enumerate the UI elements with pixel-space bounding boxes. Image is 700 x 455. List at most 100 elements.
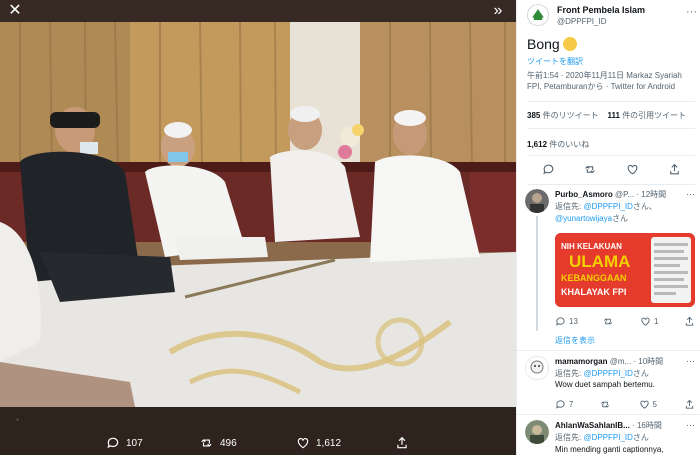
more-options-icon[interactable]: ··· [686, 189, 695, 199]
reply-to: 返信先: @DPPFPI_IDさん [555, 432, 649, 443]
reply-author[interactable]: mamamorgan @m... · 10時間 [555, 356, 693, 367]
share-icon[interactable] [668, 163, 681, 176]
tweet-action-bar [527, 163, 695, 179]
tweet-text: Bong [527, 36, 577, 52]
reply-to-suffix: さん [632, 433, 649, 442]
reply-count: 107 [126, 437, 143, 449]
translate-tweet-link[interactable]: ツイートを翻訳 [527, 56, 583, 67]
reply-count: 13 [569, 316, 578, 326]
reply-item[interactable]: AhlanWaSahlanIB... · 16時間 ··· 返信先: @DPPF… [517, 420, 700, 455]
tweet-header: Front Pembela Islam @DPPFPI_ID ··· [527, 4, 697, 34]
divider [527, 128, 695, 129]
mention-link[interactable]: @DPPFPI_ID [583, 369, 632, 378]
reply-author[interactable]: Purbo_Asmoro @P... · 12時間 [555, 189, 693, 200]
reply-item[interactable]: mamamorgan @m... · 10時間 ··· 返信先: @DPPFPI… [517, 356, 700, 412]
retweets-label: 件のリツイート [542, 111, 599, 120]
reply-author-name: mamamorgan [555, 357, 608, 366]
retweet-button[interactable] [600, 398, 611, 410]
promo-line-1: NIH KELAKUAN [561, 242, 622, 251]
tweet-text-body: Bong [527, 36, 560, 52]
retweet-icon [604, 318, 613, 324]
likes-stat[interactable]: 1,612 件のいいね [527, 139, 589, 150]
like-button[interactable]: 1,612 [296, 435, 341, 451]
reply-icon [556, 399, 565, 409]
reply-button[interactable]: 107 [106, 435, 143, 451]
reply-to: 返信先: @DPPFPI_IDさん [555, 368, 649, 379]
reply-to-prefix: 返信先: [555, 369, 584, 378]
more-options-icon[interactable]: ··· [686, 356, 695, 366]
reply-author-handle: @m... [609, 357, 632, 366]
retweet-icon [601, 401, 610, 407]
reply-author-name: AhlanWaSahlanIB... [555, 421, 630, 430]
promo-line-3: KEBANGGAAN [561, 273, 627, 283]
reply-text: Wow duet sampah bertemu. [555, 380, 655, 389]
share-button[interactable] [395, 435, 409, 451]
tweet-detail-panel: Front Pembela Islam @DPPFPI_ID ··· Bong … [516, 0, 700, 455]
retweet-icon[interactable] [584, 163, 597, 176]
reply-time: · 12時間 [636, 190, 667, 199]
author-name[interactable]: Front Pembela Islam [557, 5, 645, 15]
close-icon[interactable]: ✕ [6, 2, 24, 20]
like-count: 5 [652, 399, 657, 409]
retweet-button[interactable] [603, 315, 614, 327]
likes-count: 1,612 [527, 140, 548, 149]
reply-author-name: Purbo_Asmoro [555, 190, 613, 199]
watermark-logo: ◔ [14, 415, 20, 425]
reply-to: 返信先: @DPPFPI_IDさん、 [555, 201, 657, 212]
heart-icon[interactable] [626, 163, 639, 176]
share-button[interactable] [684, 315, 695, 327]
double-chevron-right-icon[interactable]: » [488, 1, 508, 21]
more-options-icon[interactable]: ··· [686, 420, 695, 430]
reply-count: 7 [569, 399, 574, 409]
reply-image[interactable]: NIH KELAKUAN ULAMA KEBANGGAAN KHALAYAK F… [555, 233, 695, 307]
quotes-stat[interactable]: 111 件の引用ツイート [607, 111, 686, 120]
share-icon [685, 316, 694, 326]
retweets-stat[interactable]: 385 件のリツイート [527, 111, 599, 120]
like-button[interactable]: 5 [639, 398, 657, 410]
promo-line-2: ULAMA [569, 252, 630, 271]
show-replies-link[interactable]: 返信を表示 [555, 335, 595, 346]
divider [527, 155, 695, 156]
reply-icon[interactable] [542, 163, 555, 176]
mention-link[interactable]: @DPPFPI_ID [583, 202, 632, 211]
avatar[interactable] [525, 189, 549, 213]
reply-to-suffix: さん [612, 214, 629, 223]
reply-button[interactable]: 7 [555, 398, 573, 410]
share-button[interactable] [684, 398, 695, 410]
divider [527, 101, 695, 102]
reply-action-bar: 13 1 [555, 315, 695, 327]
mention-link[interactable]: @yunartowijaya [555, 214, 612, 223]
reply-to-second: @yunartowijayaさん [555, 213, 628, 224]
viewer-action-bar: ◔ 107 496 1,612 [0, 407, 516, 455]
divider [517, 350, 700, 351]
retweet-count: 496 [220, 437, 237, 449]
quotes-count: 111 [607, 111, 620, 120]
retweet-icon [201, 439, 212, 447]
reply-action-bar: 7 5 [555, 398, 695, 410]
share-icon [685, 399, 694, 409]
reply-item[interactable]: Purbo_Asmoro @P... · 12時間 ··· 返信先: @DPPF… [517, 189, 700, 349]
retweet-button[interactable]: 496 [200, 435, 237, 451]
avatar[interactable] [525, 356, 549, 380]
like-count: 1,612 [316, 437, 342, 449]
mention-link[interactable]: @DPPFPI_ID [583, 433, 632, 442]
reply-time: · 10時間 [633, 357, 664, 366]
thread-line [536, 216, 538, 331]
more-options-icon[interactable]: ··· [686, 6, 697, 18]
reply-text: Min mending ganti captionnya, [555, 445, 664, 454]
media-viewer: ✕ » ◔ 107 496 1,612 [0, 0, 516, 455]
author-handle[interactable]: @DPPFPI_ID [557, 17, 606, 26]
heart-icon [297, 438, 309, 449]
reply-time: · 16時間 [632, 421, 662, 430]
share-icon [397, 436, 407, 449]
like-button[interactable]: 1 [640, 315, 658, 327]
reply-author[interactable]: AhlanWaSahlanIB... · 16時間 [555, 420, 693, 431]
wink-emoji-icon [562, 37, 577, 51]
avatar[interactable] [527, 4, 549, 26]
divider [527, 184, 695, 185]
reply-icon [556, 316, 565, 326]
avatar[interactable] [525, 420, 549, 444]
tweet-photo[interactable] [0, 22, 516, 407]
reply-button[interactable]: 13 [555, 315, 578, 327]
heart-icon [641, 317, 650, 326]
